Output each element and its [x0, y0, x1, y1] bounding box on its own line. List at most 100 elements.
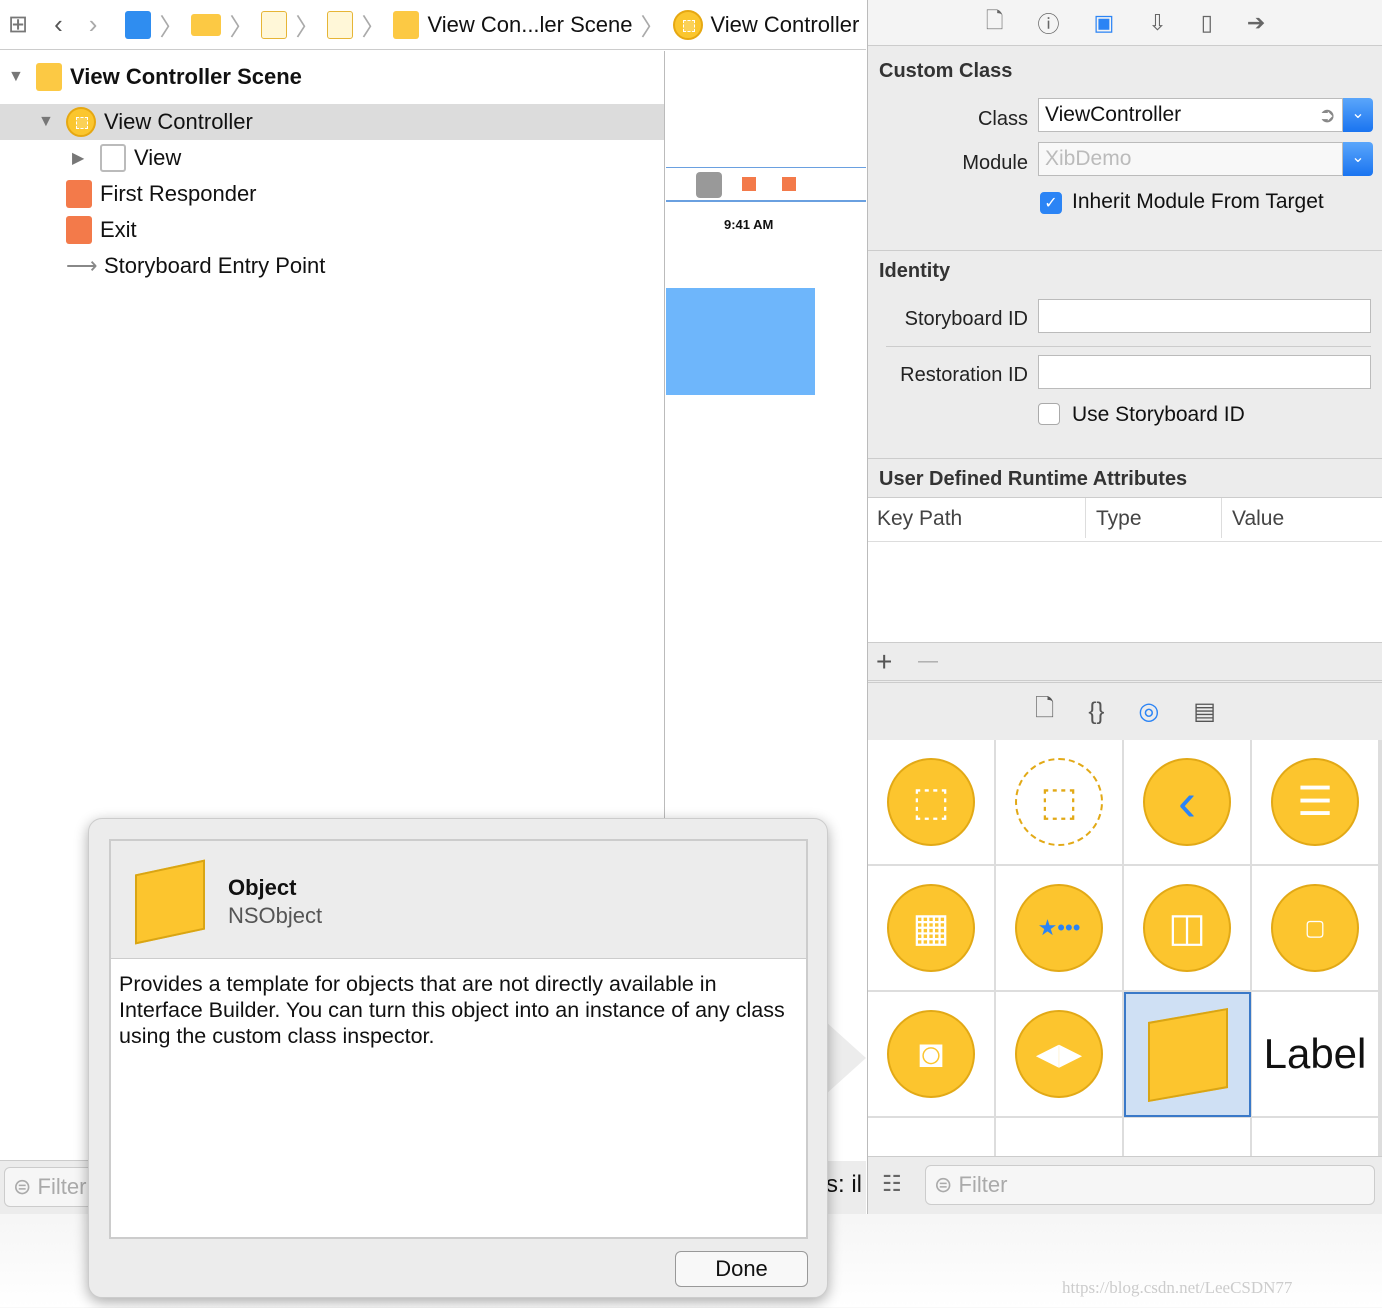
list-view-toggle-icon[interactable]: ☷ — [882, 1171, 902, 1197]
section-title: User Defined Runtime Attributes — [879, 468, 1188, 490]
use-storyboard-id-checkbox[interactable] — [1038, 403, 1060, 425]
module-label: Module — [962, 152, 1028, 174]
library-item-tab-bar-controller[interactable]: ★••• — [996, 866, 1123, 991]
library-item-collection-view-controller[interactable]: ▦ — [868, 866, 995, 991]
class-field[interactable]: ViewController ➲ — [1038, 98, 1343, 132]
cube-icon — [1147, 1007, 1228, 1102]
back-button[interactable]: ‹ — [54, 9, 63, 40]
outline-item-exit[interactable]: Exit — [66, 212, 137, 248]
add-attribute-button[interactable]: + — [876, 646, 892, 678]
page-view-icon: ▢ — [1271, 884, 1359, 972]
library-item-storyboard-reference[interactable]: ⬚ — [996, 740, 1123, 865]
restoration-id-field[interactable] — [1038, 355, 1371, 389]
jump-view-controller[interactable]: View Controller — [711, 12, 860, 38]
popover-description: Provides a template for objects that are… — [119, 972, 785, 1048]
library-item-object[interactable] — [1124, 992, 1251, 1117]
project-icon[interactable] — [125, 10, 152, 39]
column-value[interactable]: Value — [1221, 498, 1294, 538]
first-responder-icon — [66, 180, 92, 208]
code-snippet-library-icon[interactable]: {} — [1088, 698, 1104, 726]
library-tabs: 🗋 {} ◎ ▤ — [868, 680, 1382, 740]
remove-attribute-button[interactable]: — — [918, 650, 938, 673]
class-label: Class — [977, 108, 1028, 130]
section-title: Identity — [879, 260, 951, 282]
column-key-path[interactable]: Key Path — [877, 507, 962, 531]
media-player-icon: ◀▶ — [1015, 1010, 1103, 1098]
help-inspector-icon[interactable]: ⓘ — [1037, 7, 1059, 39]
storyboard-file-icon[interactable] — [261, 10, 288, 39]
inspector-pane: 🗋 ⓘ ▣ ⇩ ▯ ➔ Custom Class Class ViewController… — [867, 0, 1382, 1214]
tab-bar-icon: ★••• — [1015, 884, 1103, 972]
arrow-right-icon: ⟶ — [66, 253, 98, 278]
view-icon — [100, 144, 126, 172]
outline-item-first-responder[interactable]: First Responder — [66, 176, 257, 212]
cube-icon — [135, 859, 205, 945]
outline-item-entry-point[interactable]: ⟶ Storyboard Entry Point — [66, 248, 325, 284]
item-label: Storyboard Entry Point — [104, 253, 326, 278]
popover-title: Object — [228, 875, 297, 900]
library-item-page-view-controller[interactable]: ▢ — [1252, 866, 1379, 991]
attributes-inspector-icon[interactable]: ⇩ — [1148, 10, 1166, 36]
forward-button[interactable]: › — [89, 9, 98, 40]
outline-scene[interactable]: ▼ View Controller Scene — [8, 59, 302, 95]
item-label: View Controller — [104, 109, 253, 134]
status-bar-time: 9:41 AM — [724, 217, 774, 232]
blue-view[interactable] — [666, 288, 815, 395]
outline-item-view[interactable]: ▶ View — [72, 140, 181, 176]
module-field[interactable]: XibDemo — [1038, 142, 1343, 176]
watermark: https://blog.csdn.net/LeeCSDN77 — [1062, 1278, 1293, 1297]
restoration-id-label: Restoration ID — [900, 364, 1028, 386]
label-item-text: Label — [1263, 1030, 1367, 1077]
storyboard-id-field[interactable] — [1038, 299, 1371, 333]
object-info-popover: Object NSObject Provides a template for … — [88, 818, 828, 1298]
library-item-split-view-controller[interactable]: ◫ — [1124, 866, 1251, 991]
storyboard-reference-icon: ⬚ — [1015, 758, 1103, 846]
item-label: Exit — [100, 217, 137, 242]
library-item-navigation-controller[interactable]: ‹ — [1124, 740, 1251, 865]
library-item-table-view-controller[interactable]: ☰ — [1252, 740, 1379, 865]
library-item-glkit-view-controller[interactable]: ◙ — [868, 992, 995, 1117]
chevron-left-icon: ‹ — [1143, 758, 1231, 846]
exit-dock-icon[interactable] — [782, 177, 796, 191]
library-item-view-controller[interactable]: ⬚ — [868, 740, 995, 865]
module-dropdown-button[interactable]: ⌄ — [1343, 142, 1373, 176]
section-title: Custom Class — [879, 60, 1013, 82]
scene-label: View Controller Scene — [70, 64, 302, 89]
scene-dock — [666, 167, 866, 201]
glkit-icon: ◙ — [887, 1010, 975, 1098]
object-library-grid: ⬚ ⬚ ‹ ☰ ▦ ★••• ◫ ▢ ◙ ◀▶ Label — [868, 740, 1382, 1156]
jump-scene[interactable]: View Con...ler Scene — [427, 12, 632, 38]
column-type[interactable]: Type — [1085, 498, 1152, 538]
view-controller-dock-icon[interactable] — [696, 172, 722, 198]
size-inspector-icon[interactable]: ▯ — [1201, 10, 1213, 36]
canvas-partial-text: s: il — [826, 1171, 862, 1198]
item-label: First Responder — [100, 181, 257, 206]
identity-inspector-icon[interactable]: ▣ — [1093, 10, 1114, 36]
storyboard-file-icon[interactable] — [327, 10, 354, 39]
popover-arrow — [826, 1022, 866, 1094]
library-item-label[interactable]: Label — [1252, 992, 1379, 1117]
folder-icon[interactable] — [191, 13, 222, 36]
library-filter-input[interactable]: ⊜ Filter — [925, 1165, 1375, 1205]
go-arrow-icon[interactable]: ➲ — [1318, 103, 1336, 128]
media-library-icon[interactable]: ▤ — [1193, 697, 1216, 726]
done-button[interactable]: Done — [675, 1251, 808, 1287]
scene-icon[interactable] — [393, 10, 420, 39]
file-template-library-icon[interactable]: 🗋 — [1035, 691, 1054, 732]
grid-icon: ▦ — [887, 884, 975, 972]
library-filter-bar: ☷ ⊜ Filter — [868, 1156, 1382, 1214]
outline-item-view-controller[interactable]: ▼ View Controller — [0, 104, 664, 140]
class-dropdown-button[interactable]: ⌄ — [1343, 98, 1373, 132]
inherit-module-checkbox[interactable]: ✓ — [1040, 192, 1062, 214]
file-inspector-icon[interactable]: 🗋 — [986, 4, 1004, 42]
connections-inspector-icon[interactable]: ➔ — [1247, 10, 1265, 36]
split-view-icon: ◫ — [1143, 884, 1231, 972]
library-item-avkit-player[interactable]: ◀▶ — [996, 992, 1123, 1117]
first-responder-dock-icon[interactable] — [742, 177, 756, 191]
filter-placeholder: Filter — [37, 1174, 87, 1199]
runtime-attributes-table[interactable]: Key Path Type Value — [868, 497, 1382, 643]
related-items-icon[interactable]: ⊞ — [8, 10, 28, 39]
object-library-icon[interactable]: ◎ — [1138, 697, 1159, 726]
inherit-module-label: Inherit Module From Target — [1072, 190, 1324, 213]
popover-subtitle: NSObject — [228, 903, 323, 928]
